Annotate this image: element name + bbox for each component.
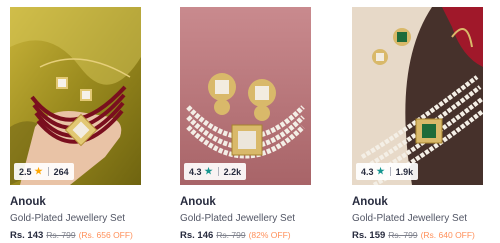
rating-badge: 4.3 ★ 1.9k bbox=[356, 163, 419, 180]
price-row: Rs. 159 Rs. 799 (Rs. 640 OFF) bbox=[352, 230, 483, 241]
product-mrp: Rs. 799 bbox=[46, 230, 76, 240]
product-mrp: Rs. 799 bbox=[216, 230, 246, 240]
product-brand: Anouk bbox=[180, 196, 216, 208]
price-row: Rs. 146 Rs. 799 (82% OFF) bbox=[180, 230, 311, 241]
product-mrp: Rs. 799 bbox=[388, 230, 418, 240]
rating-value: 2.5 bbox=[19, 166, 32, 177]
rating-count: 2.2k bbox=[223, 166, 242, 177]
rating-value: 4.3 bbox=[361, 166, 374, 177]
product-photo bbox=[352, 7, 483, 185]
product-discount: (82% OFF) bbox=[248, 230, 291, 240]
rating-count: 1.9k bbox=[395, 166, 414, 177]
product-name: Gold-Plated Jewellery Set bbox=[352, 213, 468, 224]
star-icon: ★ bbox=[34, 166, 43, 176]
product-photo bbox=[10, 7, 141, 185]
rating-count: 264 bbox=[53, 166, 69, 177]
rating-value: 4.3 bbox=[189, 166, 202, 177]
product-discount: (Rs. 656 OFF) bbox=[78, 230, 133, 240]
rating-divider bbox=[47, 167, 49, 176]
rating-badge: 2.5 ★ 264 bbox=[14, 163, 74, 180]
product-brand: Anouk bbox=[10, 196, 46, 208]
product-brand: Anouk bbox=[352, 196, 388, 208]
product-name: Gold-Plated Jewellery Set bbox=[10, 213, 126, 224]
product-card[interactable]: 4.3 ★ 2.2k Anouk Gold-Plated Jewellery S… bbox=[180, 7, 311, 241]
price-row: Rs. 143 Rs. 799 (Rs. 656 OFF) bbox=[10, 230, 141, 241]
star-icon: ★ bbox=[204, 166, 213, 176]
product-image[interactable]: 2.5 ★ 264 bbox=[10, 7, 141, 185]
star-icon: ★ bbox=[376, 166, 385, 176]
product-image[interactable]: 4.3 ★ 2.2k bbox=[180, 7, 311, 185]
product-photo bbox=[180, 7, 311, 185]
product-discount: (Rs. 640 OFF) bbox=[420, 230, 475, 240]
product-price: Rs. 159 bbox=[352, 230, 386, 241]
product-name: Gold-Plated Jewellery Set bbox=[180, 213, 296, 224]
product-card[interactable]: 4.3 ★ 1.9k Anouk Gold-Plated Jewellery S… bbox=[352, 7, 483, 241]
product-image[interactable]: 4.3 ★ 1.9k bbox=[352, 7, 483, 185]
product-card[interactable]: 2.5 ★ 264 Anouk Gold-Plated Jewellery Se… bbox=[10, 7, 141, 241]
product-price: Rs. 143 bbox=[10, 230, 44, 241]
rating-divider bbox=[389, 167, 391, 176]
rating-badge: 4.3 ★ 2.2k bbox=[184, 163, 247, 180]
product-price: Rs. 146 bbox=[180, 230, 214, 241]
rating-divider bbox=[217, 167, 219, 176]
